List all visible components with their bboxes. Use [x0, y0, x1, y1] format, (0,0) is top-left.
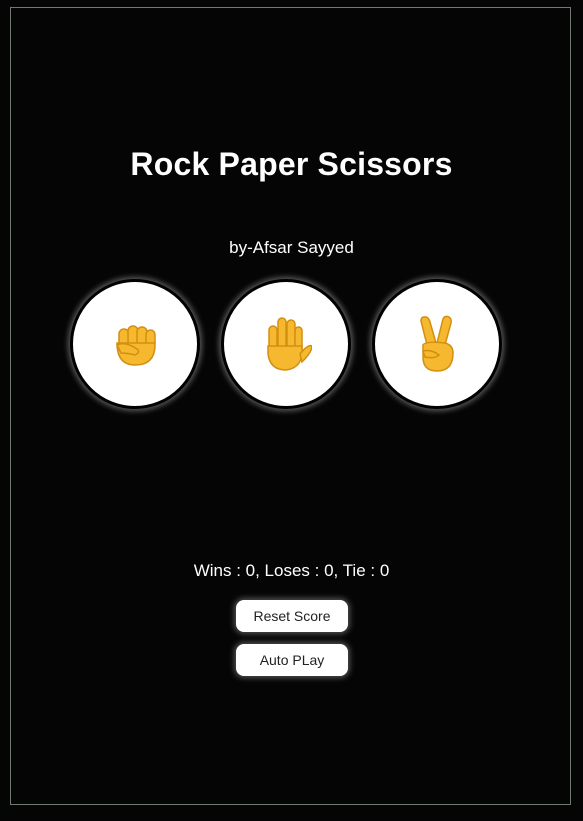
rock-button[interactable] — [70, 279, 200, 409]
score-display: Wins : 0, Loses : 0, Tie : 0 — [193, 561, 390, 580]
raised-hand-icon — [260, 316, 312, 372]
page-title: Rock Paper Scissors — [130, 146, 453, 182]
author-credit: by-Afsar Sayyed — [229, 238, 354, 257]
victory-hand-icon — [415, 315, 459, 373]
reset-score-button[interactable]: Reset Score — [236, 600, 348, 632]
scissors-button[interactable] — [372, 279, 502, 409]
paper-button[interactable] — [221, 279, 351, 409]
raised-fist-icon — [111, 319, 159, 369]
auto-play-button[interactable]: Auto PLay — [236, 644, 348, 676]
